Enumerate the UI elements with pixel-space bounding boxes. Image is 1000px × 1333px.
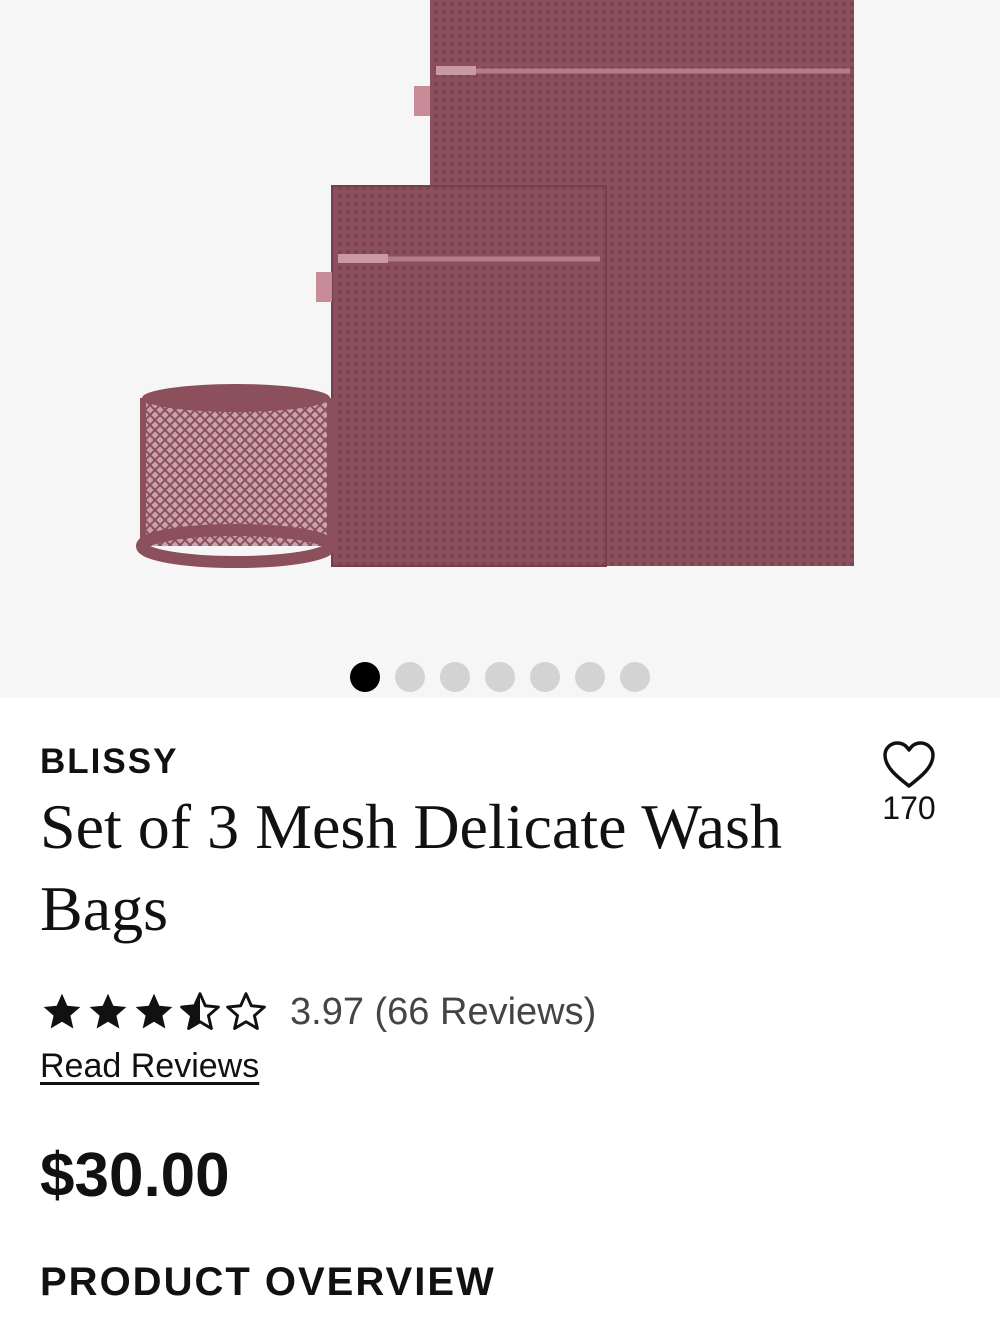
product-overview-heading[interactable]: PRODUCT OVERVIEW: [40, 1260, 496, 1305]
gallery-dot-7[interactable]: [620, 662, 650, 692]
star-half-icon: [180, 992, 220, 1030]
star-filled-icon: [43, 993, 81, 1029]
favorite-button[interactable]: 170: [876, 740, 942, 827]
star-rating: [40, 990, 268, 1034]
star-outline-icon: [226, 992, 266, 1030]
product-image: [136, 0, 854, 568]
product-price: $30.00: [40, 1141, 230, 1210]
gallery-dot-4[interactable]: [485, 662, 515, 692]
product-image-gallery[interactable]: [0, 0, 1000, 698]
round-wash-bag: [136, 384, 336, 568]
favorite-count: 170: [882, 790, 936, 826]
star-filled-icon: [89, 993, 127, 1029]
gallery-pagination: [0, 662, 1000, 692]
gallery-dot-1[interactable]: [350, 662, 380, 692]
gallery-dot-5[interactable]: [530, 662, 560, 692]
gallery-dot-6[interactable]: [575, 662, 605, 692]
medium-wash-bag: [316, 185, 607, 567]
product-title: Set of 3 Mesh Delicate Wash Bags: [40, 791, 782, 944]
read-reviews-link[interactable]: Read Reviews: [40, 1047, 259, 1086]
gallery-dot-2[interactable]: [395, 662, 425, 692]
rating-text: 3.97 (66 Reviews): [290, 990, 597, 1033]
brand-name[interactable]: BLISSY: [40, 742, 178, 782]
heart-outline-icon: [883, 741, 935, 788]
star-filled-icon: [135, 993, 173, 1029]
rating-summary[interactable]: 3.97 (66 Reviews): [40, 990, 596, 1034]
gallery-dot-3[interactable]: [440, 662, 470, 692]
